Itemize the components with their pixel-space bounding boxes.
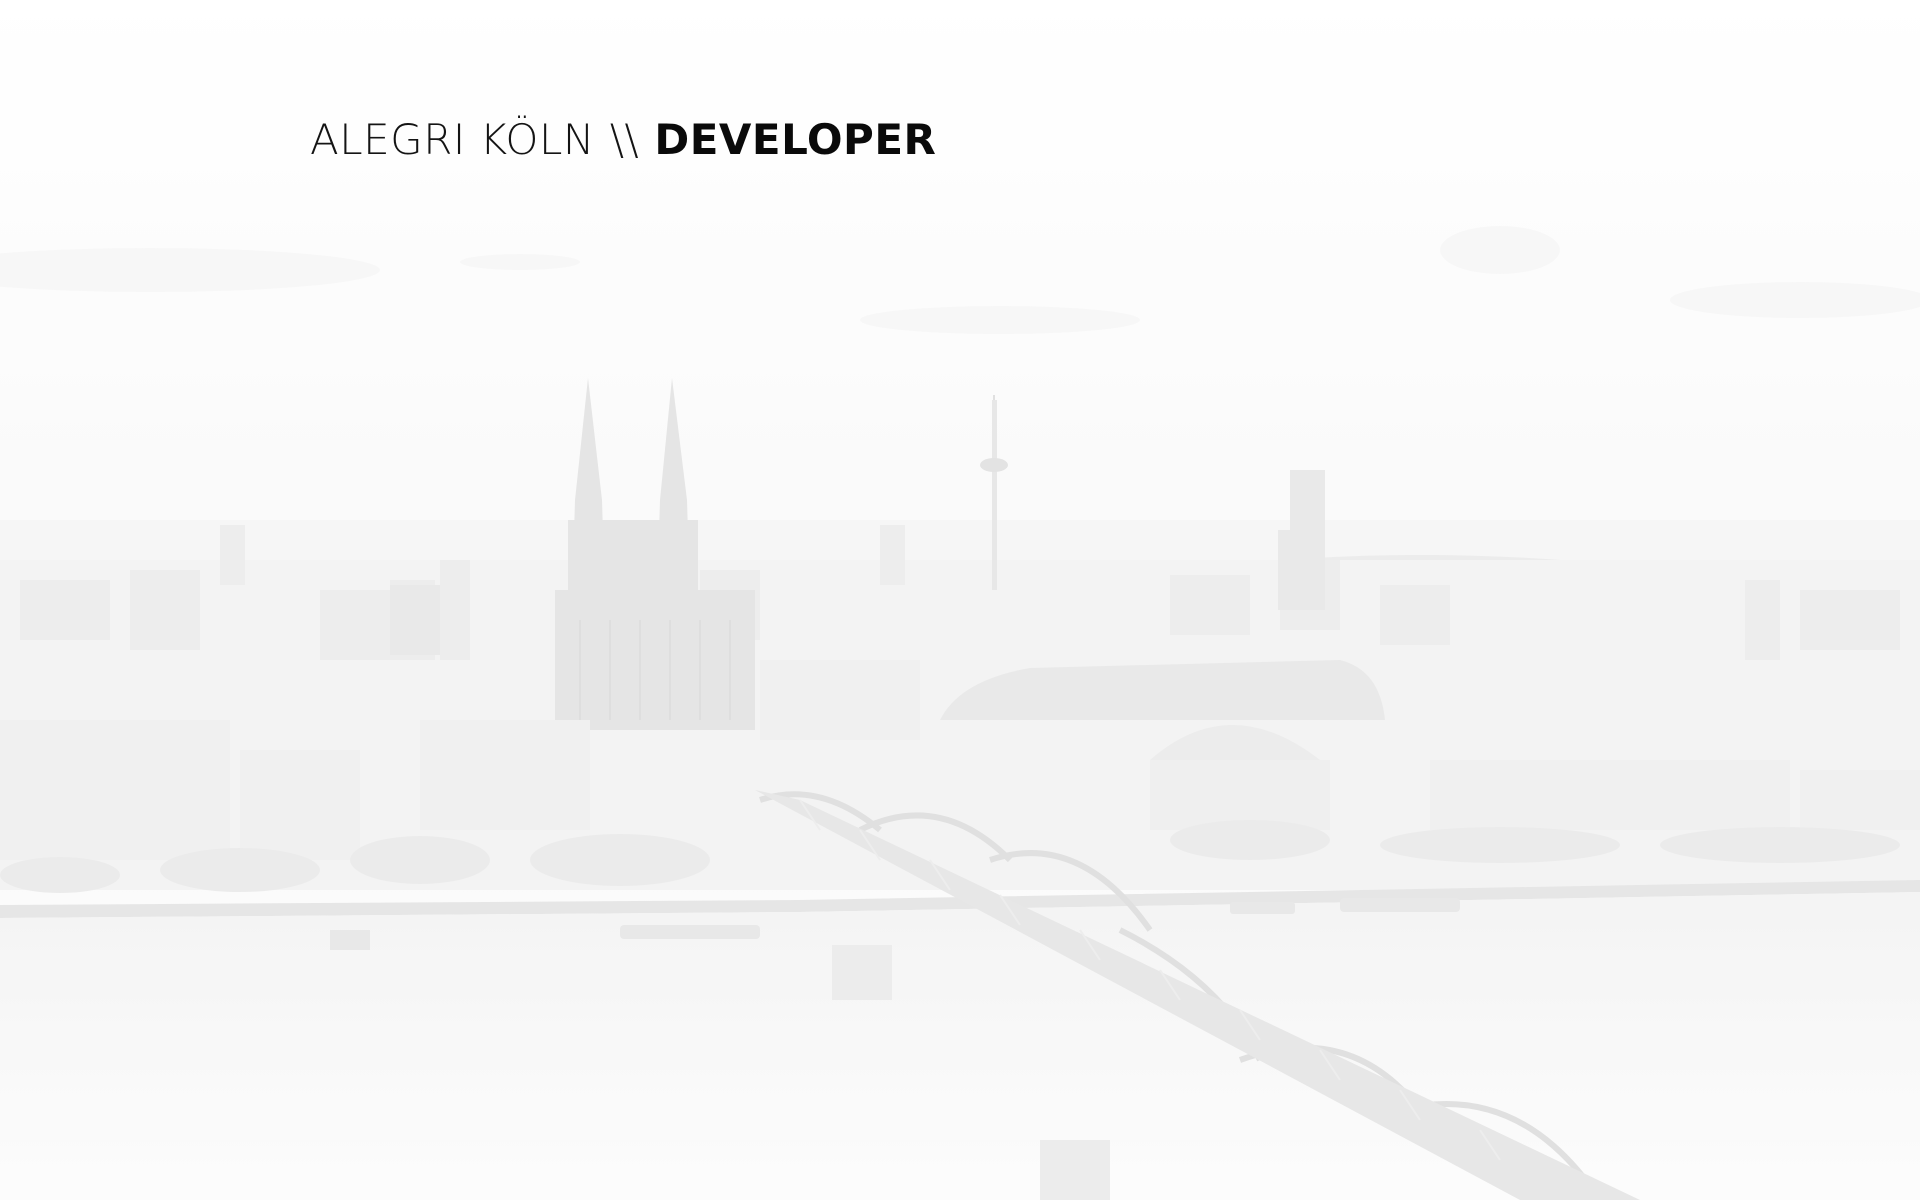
page: ALEGRI KÖLN \\ DEVELOPER — [0, 0, 1920, 1200]
brand-name: ALEGRI KÖLN — [310, 115, 595, 164]
role-title: DEVELOPER — [654, 115, 937, 164]
title-separator: \\ — [609, 115, 640, 164]
site-title: ALEGRI KÖLN \\ DEVELOPER — [310, 110, 936, 170]
cologne-skyline-illustration — [0, 0, 1920, 1200]
